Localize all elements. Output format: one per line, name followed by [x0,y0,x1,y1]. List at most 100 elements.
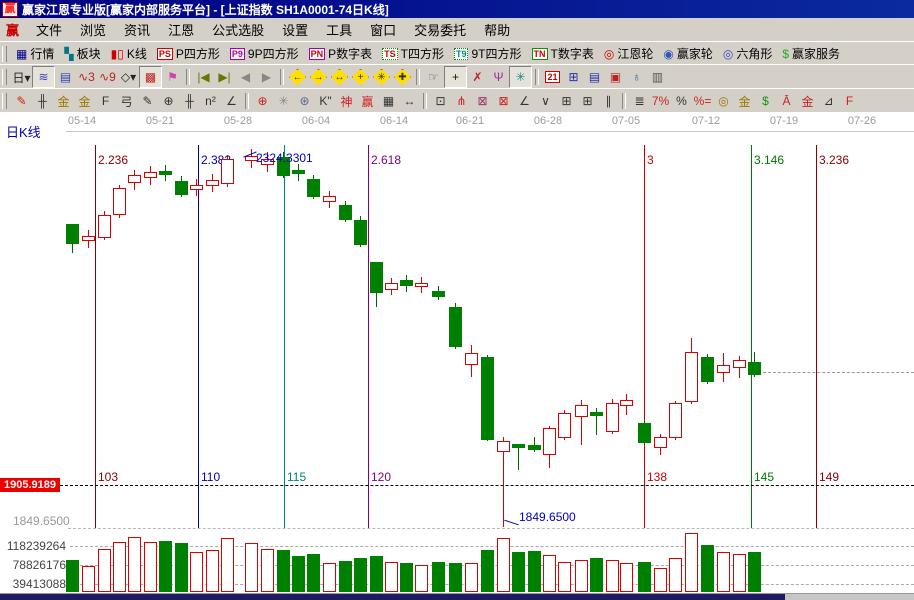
toolbar-grip[interactable] [2,46,7,62]
zigzag-check-tool[interactable]: ∨ [535,91,556,111]
menu-item-settings[interactable]: 设置 [273,18,317,41]
minor-wave-3-tool[interactable]: ∿3 [76,67,97,87]
menu-item-formula-stock-pick[interactable]: 公式选股 [203,18,273,41]
prev-page-button[interactable]: ◀ [235,67,256,87]
gold-eq-tool[interactable]: 金 [797,91,818,111]
gann-wheel-button[interactable]: ◎江恩轮 [599,44,659,64]
win-grid-tool[interactable]: 赢 [357,91,378,111]
kline-chart-area[interactable]: 日K线 05-1405-2105-2806-0406-1406-2106-280… [0,112,914,599]
k-quote-tool[interactable]: K" [315,91,336,111]
note-tool[interactable]: ▤ [55,67,76,87]
crosshair-tool[interactable]: + [444,66,467,88]
gann-move-button[interactable]: ✚ [392,67,413,87]
web-brain-tool[interactable]: ✳ [509,66,532,88]
gold-line-tool[interactable]: 金 [734,91,755,111]
grid-box-tool[interactable]: ⊞ [556,91,577,111]
t-number-table-button[interactable]: TNT数字表 [527,44,599,64]
toolbar-grip[interactable] [2,93,7,109]
scrollbar-thumb[interactable] [0,594,785,600]
save-button[interactable]: ▣ [605,67,626,87]
erase-tool[interactable]: ✗ [467,67,488,87]
money-pen-tool[interactable]: $ [755,91,776,111]
pattern-tool[interactable]: ▩ [139,66,162,88]
pan-hand-tool[interactable]: ☞ [423,67,444,87]
menu-item-browse[interactable]: 浏览 [71,18,115,41]
t-square-button[interactable]: TST四方形 [377,44,449,64]
gann-line-2.382[interactable] [198,145,199,528]
notepad-button[interactable]: ▤ [584,67,605,87]
print-button[interactable]: ▥ [647,67,668,87]
menu-item-tools[interactable]: 工具 [317,18,361,41]
j-angle-tool[interactable]: ⊿ [818,91,839,111]
kline-button[interactable]: ▮▯K线 [106,44,152,64]
brush-grid-tool[interactable]: ✎ [137,91,158,111]
minor-wave-9-tool[interactable]: ∿9 [97,67,118,87]
gann-line-115[interactable] [284,145,285,528]
fan-box2-tool[interactable]: ⊠ [493,91,514,111]
grid-box2-tool[interactable]: ⊞ [577,91,598,111]
gann-right-button[interactable]: → [308,67,329,87]
calendar-21-button[interactable]: 21 [542,67,563,87]
menu-item-trade-entrust[interactable]: 交易委托 [405,18,475,41]
gold-circle-tool[interactable]: ◎ [713,91,734,111]
quotes-button[interactable]: ▦行情 [11,44,59,64]
menu-item-help[interactable]: 帮助 [475,18,519,41]
menu-item-news[interactable]: 资讯 [115,18,159,41]
gann-line-2.236[interactable] [95,145,96,528]
menu-item-gann[interactable]: 江恩 [159,18,203,41]
angle-tool[interactable]: ∠ [221,91,242,111]
f-edge-tool[interactable]: F [839,91,860,111]
gold-grid2-tool[interactable]: 金 [74,91,95,111]
brush-tool[interactable]: ✎ [11,91,32,111]
p-number-table-button[interactable]: PNP数字表 [304,44,378,64]
gann-circle-tool[interactable]: ⊕ [252,91,273,111]
fan-box-tool[interactable]: ⊠ [472,91,493,111]
flag-tool[interactable]: ⚑ [162,67,183,87]
span-arrow-tool[interactable]: ↔ [399,91,420,111]
winner-wheel-button[interactable]: ◉赢家轮 [658,44,718,64]
first-page-button[interactable]: |◀ [193,67,214,87]
last-page-button[interactable]: ▶| [214,67,235,87]
gann-line-3[interactable] [644,145,645,528]
spiderweb-tool[interactable]: ⊛ [294,91,315,111]
shen-grid-tool[interactable]: 神 [336,91,357,111]
candle-width-dropdown[interactable]: ◇▾ [118,67,139,87]
next-page-button[interactable]: ▶ [256,67,277,87]
circle-grid-tool[interactable]: ⊕ [158,91,179,111]
p-square-button[interactable]: PSP四方形 [152,44,225,64]
p9-square-button[interactable]: P99P四方形 [225,44,304,64]
sectors-button[interactable]: ▚板块 [59,44,105,64]
gann-line-2.618[interactable] [368,145,369,528]
gann-line-3.146[interactable] [751,145,752,528]
calculator-button[interactable]: ⊞ [563,67,584,87]
gold-grid-tool[interactable]: 金 [53,91,74,111]
gann-shape-tool[interactable]: Ψ [488,67,509,87]
dense-grid-tool[interactable]: ╫ [179,91,200,111]
bow-grid-tool[interactable]: 弓 [116,91,137,111]
parallel-lines-tool[interactable]: ∥ [598,91,619,111]
gann-left-button[interactable]: ← [287,67,308,87]
percent7-tool[interactable]: 7% [650,91,671,111]
grid-tool[interactable]: ╫ [32,91,53,111]
t9-square-button[interactable]: T99T四方形 [449,44,527,64]
n2-grid-tool[interactable]: n² [200,91,221,111]
percent-tool[interactable]: % [671,91,692,111]
network-button[interactable]: ♁ [626,67,647,87]
wave-pattern-tool[interactable]: ≋ [32,66,55,88]
measure-list-tool[interactable]: ≣ [629,91,650,111]
candle-style-dropdown[interactable]: 日▾ [11,67,32,87]
menu-item-file[interactable]: 文件 [27,18,71,41]
gann-stretch-button[interactable]: ↔ [329,67,350,87]
winner-service-button[interactable]: $赢家服务 [777,44,845,64]
hexagon-button[interactable]: ◎六角形 [718,44,778,64]
avg-line-tool[interactable]: Ā [776,91,797,111]
gann-wheel-tool[interactable]: ✳ [273,91,294,111]
gann-line-3.236[interactable] [816,145,817,528]
menu-item-window[interactable]: 窗口 [361,18,405,41]
percent-eq-tool[interactable]: %= [692,91,713,111]
fan-lines-tool[interactable]: ⋔ [451,91,472,111]
f-grid-tool[interactable]: F [95,91,116,111]
ruler-grid-tool[interactable]: ▦ [378,91,399,111]
angle-lines-tool[interactable]: ∠ [514,91,535,111]
anchor-box-tool[interactable]: ⊡ [430,91,451,111]
